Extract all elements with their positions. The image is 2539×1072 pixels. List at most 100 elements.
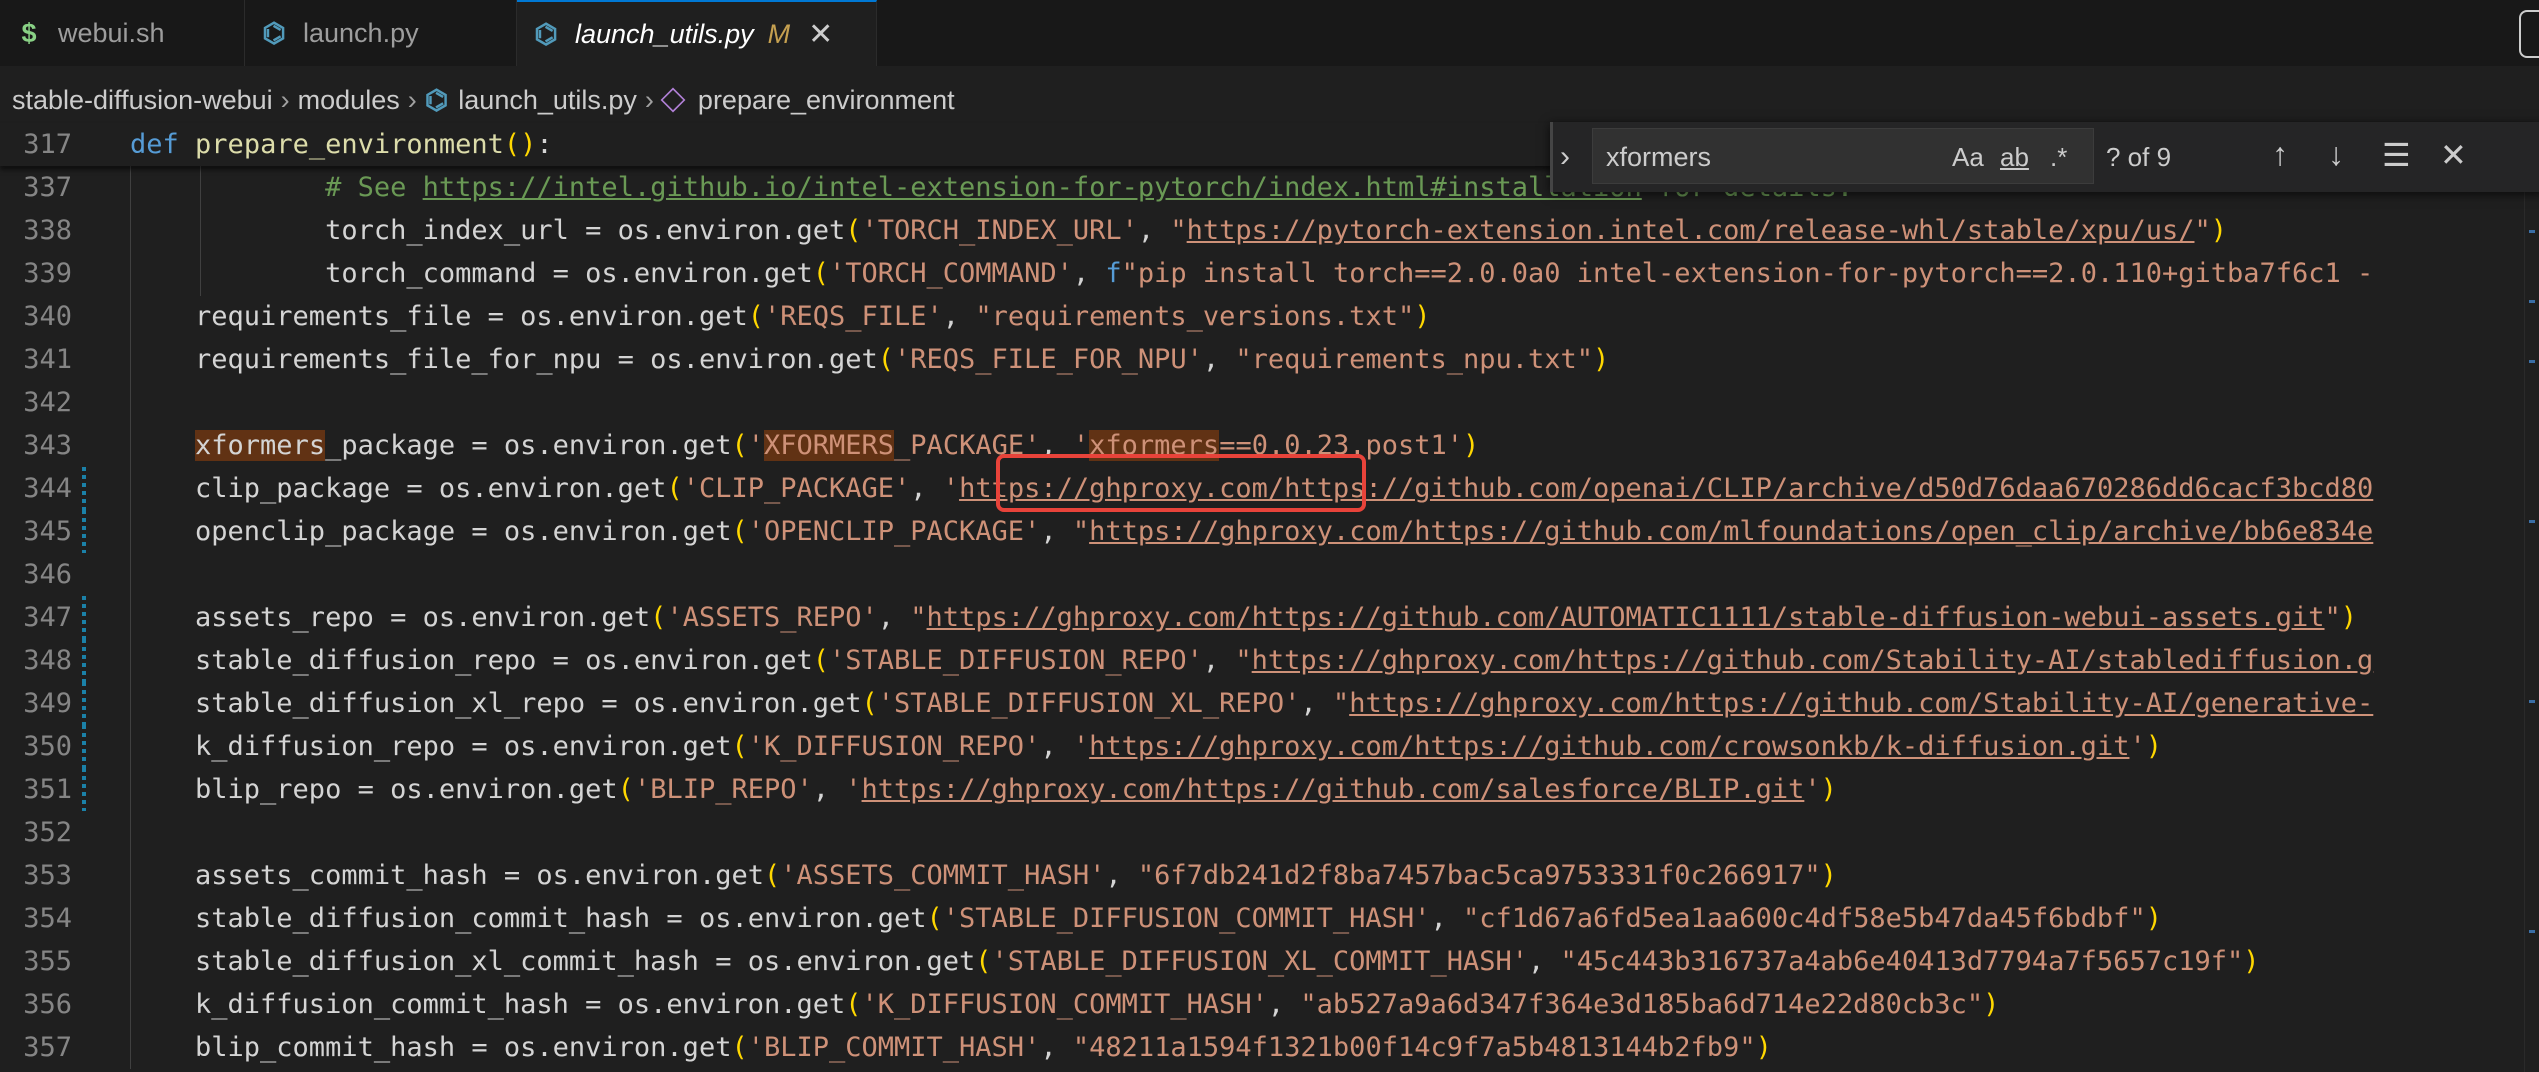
code-line[interactable]: 350 k_diffusion_repo = os.environ.get('K… — [0, 725, 2539, 768]
line-number[interactable]: 351 — [10, 768, 72, 811]
code-line[interactable]: 347 assets_repo = os.environ.get('ASSETS… — [0, 596, 2539, 639]
line-number[interactable]: 341 — [10, 338, 72, 381]
line-number[interactable]: 357 — [10, 1026, 72, 1069]
code-line[interactable]: 357 blip_commit_hash = os.environ.get('B… — [0, 1026, 2539, 1069]
code-line[interactable]: 355 stable_diffusion_xl_commit_hash = os… — [0, 940, 2539, 983]
code-text[interactable]: k_diffusion_commit_hash = os.environ.get… — [130, 983, 1999, 1026]
line-number[interactable]: 338 — [10, 209, 72, 252]
code-line[interactable]: 356 k_diffusion_commit_hash = os.environ… — [0, 983, 2539, 1026]
breadcrumb-repo[interactable]: stable-diffusion-webui — [12, 85, 273, 116]
code-line[interactable]: 341 requirements_file_for_npu = os.envir… — [0, 338, 2539, 381]
tab-launch-utils-py[interactable]: ⌬ launch_utils.py M ✕ — [517, 0, 877, 66]
change-gutter-marker[interactable] — [82, 639, 86, 682]
code-text[interactable]: requirements_file_for_npu = os.environ.g… — [130, 338, 1609, 381]
use-regex-toggle[interactable]: .* — [2050, 142, 2067, 173]
line-number[interactable]: 317 — [10, 123, 72, 166]
modified-indicator: M — [767, 18, 791, 49]
python-file-icon: ⌬ — [262, 17, 286, 48]
code-line[interactable]: 339 torch_command = os.environ.get('TORC… — [0, 252, 2539, 295]
chevron-right-icon: › — [407, 84, 417, 115]
line-number[interactable]: 347 — [10, 596, 72, 639]
line-number[interactable]: 356 — [10, 983, 72, 1026]
match-case-toggle[interactable]: Aa — [1952, 142, 1984, 173]
tab-webui-sh[interactable]: $ webui.sh — [0, 0, 245, 66]
code-text[interactable]: torch_index_url = os.environ.get('TORCH_… — [130, 209, 2227, 252]
code-text[interactable]: openclip_package = os.environ.get('OPENC… — [130, 510, 2373, 553]
line-number[interactable]: 337 — [10, 166, 72, 209]
code-line[interactable]: 354 stable_diffusion_commit_hash = os.en… — [0, 897, 2539, 940]
code-text[interactable]: assets_commit_hash = os.environ.get('ASS… — [130, 854, 1837, 897]
line-number[interactable]: 340 — [10, 295, 72, 338]
line-number[interactable]: 350 — [10, 725, 72, 768]
change-gutter-marker[interactable] — [82, 596, 86, 639]
line-number[interactable]: 353 — [10, 854, 72, 897]
tab-label: webui.sh — [58, 17, 165, 48]
annotation-box — [996, 454, 1366, 512]
match-whole-word-toggle[interactable]: ab — [2000, 142, 2029, 173]
line-number[interactable]: 342 — [10, 381, 72, 424]
line-number[interactable]: 343 — [10, 424, 72, 467]
tab-overflow-indicator[interactable] — [2519, 10, 2539, 58]
line-number[interactable]: 348 — [10, 639, 72, 682]
code-text[interactable]: stable_diffusion_commit_hash = os.enviro… — [130, 897, 2162, 940]
breadcrumb: stable-diffusion-webui › modules › ⌬ lau… — [12, 82, 955, 118]
code-text[interactable]: assets_repo = os.environ.get('ASSETS_REP… — [130, 596, 2357, 639]
code-line[interactable]: 345 openclip_package = os.environ.get('O… — [0, 510, 2539, 553]
python-file-icon: ⌬ — [424, 84, 449, 115]
line-number[interactable]: 346 — [10, 553, 72, 596]
next-match-arrow-down-icon[interactable]: ↓ — [2328, 136, 2344, 173]
method-symbol-icon — [660, 87, 686, 113]
line-number[interactable]: 352 — [10, 811, 72, 854]
code-line[interactable]: 349 stable_diffusion_xl_repo = os.enviro… — [0, 682, 2539, 725]
code-text[interactable]: blip_repo = os.environ.get('BLIP_REPO', … — [130, 768, 1837, 811]
indent-guide — [130, 166, 131, 1069]
overview-ruler-mark — [2529, 930, 2535, 933]
close-find-icon[interactable]: ✕ — [2440, 136, 2467, 174]
breadcrumb-folder[interactable]: modules — [298, 85, 400, 116]
code-text[interactable]: torch_command = os.environ.get('TORCH_CO… — [130, 252, 2373, 295]
change-gutter-marker[interactable] — [82, 510, 86, 553]
code-text[interactable]: stable_diffusion_xl_commit_hash = os.env… — [130, 940, 2259, 983]
toggle-replace-chevron-icon[interactable]: › — [1560, 140, 1570, 174]
line-number[interactable]: 344 — [10, 467, 72, 510]
tab-label: launch_utils.py — [575, 18, 754, 49]
overview-ruler-mark — [2529, 300, 2535, 303]
code-line[interactable]: 342 — [0, 381, 2539, 424]
overview-ruler-mark — [2529, 360, 2535, 363]
overview-ruler-mark — [2529, 520, 2535, 523]
previous-match-arrow-up-icon[interactable]: ↑ — [2272, 136, 2288, 173]
breadcrumb-symbol[interactable]: prepare_environment — [698, 85, 955, 116]
code-line[interactable]: 346 — [0, 553, 2539, 596]
code-text[interactable]: k_diffusion_repo = os.environ.get('K_DIF… — [130, 725, 2162, 768]
find-in-selection-icon[interactable]: ☰ — [2382, 136, 2411, 174]
code-line[interactable]: 352 — [0, 811, 2539, 854]
line-number[interactable]: 355 — [10, 940, 72, 983]
code-line[interactable]: 353 assets_commit_hash = os.environ.get(… — [0, 854, 2539, 897]
code-line[interactable]: 351 blip_repo = os.environ.get('BLIP_REP… — [0, 768, 2539, 811]
code-text[interactable]: stable_diffusion_repo = os.environ.get('… — [130, 639, 2373, 682]
breadcrumb-file[interactable]: launch_utils.py — [458, 85, 637, 116]
code-line[interactable]: 340 requirements_file = os.environ.get('… — [0, 295, 2539, 338]
code-text[interactable]: def prepare_environment(): — [130, 123, 553, 166]
code-line[interactable]: 348 stable_diffusion_repo = os.environ.g… — [0, 639, 2539, 682]
change-gutter-marker[interactable] — [82, 768, 86, 811]
line-number[interactable]: 345 — [10, 510, 72, 553]
line-number[interactable]: 349 — [10, 682, 72, 725]
tab-launch-py[interactable]: ⌬ launch.py — [245, 0, 517, 66]
match-count: ? of 9 — [2106, 142, 2172, 172]
code-text[interactable]: requirements_file = os.environ.get('REQS… — [130, 295, 1430, 338]
shell-script-icon: $ — [21, 17, 37, 48]
code-text[interactable]: blip_commit_hash = os.environ.get('BLIP_… — [130, 1026, 1772, 1069]
code-editor[interactable]: 317 def prepare_environment(): 337 # See h… — [0, 123, 2539, 1072]
line-number[interactable]: 354 — [10, 897, 72, 940]
line-number[interactable]: 339 — [10, 252, 72, 295]
code-text[interactable]: stable_diffusion_xl_repo = os.environ.ge… — [130, 682, 2373, 725]
code-line[interactable]: 338 torch_index_url = os.environ.get('TO… — [0, 209, 2539, 252]
find-input[interactable] — [1604, 136, 1938, 178]
tab-label: launch.py — [303, 17, 419, 48]
change-gutter-marker[interactable] — [82, 725, 86, 768]
close-tab-icon[interactable]: ✕ — [808, 17, 833, 52]
overview-ruler-mark — [2529, 700, 2535, 703]
change-gutter-marker[interactable] — [82, 682, 86, 725]
change-gutter-marker[interactable] — [82, 467, 86, 510]
